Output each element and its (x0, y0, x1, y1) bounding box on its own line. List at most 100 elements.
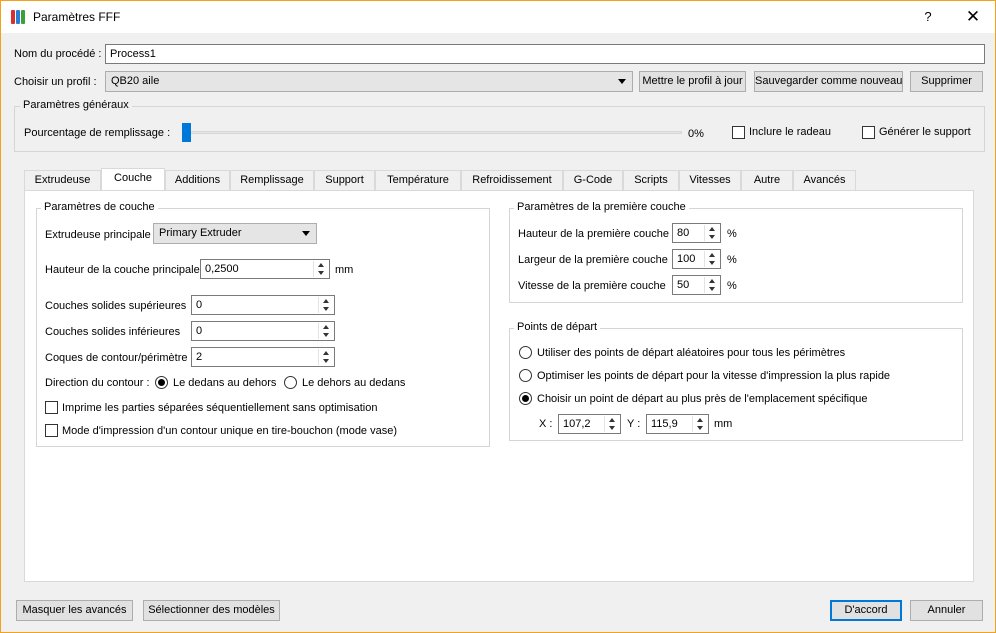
spin-up-icon[interactable] (320, 297, 333, 305)
title-bar[interactable]: Paramètres FFF ? ✕ (1, 1, 995, 33)
infill-slider-handle[interactable] (182, 123, 191, 142)
save-as-new-button[interactable]: Sauvegarder comme nouveau (754, 71, 903, 92)
top-solid-layers-label: Couches solides supérieures (45, 300, 187, 312)
select-models-button[interactable]: Sélectionner des modèles (143, 600, 280, 621)
optimize-start-radio[interactable] (519, 369, 532, 382)
cancel-button[interactable]: Annuler (910, 600, 983, 621)
y-coordinate-spinbox[interactable]: 115,9 (646, 414, 709, 434)
spin-down-icon[interactable] (694, 424, 707, 432)
specific-start-radio[interactable] (519, 392, 532, 405)
layer-settings-title: Paramètres de couche (41, 201, 158, 213)
window-title: Paramètres FFF (33, 10, 121, 24)
first-layer-width-spinbox[interactable]: 100 (672, 249, 721, 269)
infill-slider-track[interactable] (182, 131, 682, 134)
sequential-label: Imprime les parties séparées séquentiell… (62, 402, 378, 414)
spin-up-icon[interactable] (320, 349, 333, 357)
support-checkbox[interactable] (862, 126, 875, 139)
tab-scripts[interactable]: Scripts (623, 170, 679, 191)
y-coordinate-label: Y : (627, 418, 641, 430)
direction-inside-out-label: Le dedans au dehors (173, 377, 277, 389)
spin-down-icon[interactable] (320, 357, 333, 365)
tab-speeds[interactable]: Vitesses (679, 170, 741, 191)
chevron-down-icon (302, 231, 310, 236)
hide-advanced-button[interactable]: Masquer les avancés (16, 600, 133, 621)
first-layer-width-unit: % (727, 254, 737, 266)
random-start-radio[interactable] (519, 346, 532, 359)
tab-advanced[interactable]: Avancés (793, 170, 856, 191)
x-coordinate-label: X : (539, 418, 553, 430)
tab-layer[interactable]: Couche (101, 168, 165, 191)
direction-label: Direction du contour : (45, 377, 150, 389)
first-layer-speed-spinbox[interactable]: 50 (672, 275, 721, 295)
main-extruder-select[interactable]: Primary Extruder (153, 223, 317, 244)
first-layer-height-spinbox[interactable]: 80 (672, 223, 721, 243)
close-icon[interactable]: ✕ (961, 5, 985, 29)
coordinate-unit: mm (714, 418, 733, 430)
vase-mode-checkbox[interactable] (45, 424, 58, 437)
spin-down-icon[interactable] (706, 233, 719, 241)
first-layer-speed-label: Vitesse de la première couche (518, 280, 666, 292)
spin-down-icon[interactable] (320, 305, 333, 313)
support-label: Générer le support (879, 126, 971, 138)
settings-window: Paramètres FFF ? ✕ Nom du procédé : Proc… (0, 0, 996, 633)
top-solid-layers-spinbox[interactable]: 0 (191, 295, 335, 315)
delete-profile-button[interactable]: Supprimer (910, 71, 983, 92)
spin-up-icon[interactable] (606, 416, 619, 424)
tab-other[interactable]: Autre (741, 170, 793, 191)
first-layer-speed-value: 50 (677, 279, 690, 291)
layer-height-unit: mm (335, 264, 354, 276)
tab-extruder[interactable]: Extrudeuse (24, 170, 101, 191)
general-settings-title: Paramètres généraux (20, 99, 132, 111)
spin-up-icon[interactable] (706, 251, 719, 259)
layer-height-value: 0,2500 (205, 263, 239, 275)
spin-up-icon[interactable] (320, 323, 333, 331)
x-coordinate-value: 107,2 (563, 418, 591, 430)
raft-label: Inclure le radeau (749, 126, 831, 138)
perimeter-shells-spinbox[interactable]: 2 (191, 347, 335, 367)
spin-up-icon[interactable] (694, 416, 707, 424)
direction-outside-in-radio[interactable] (284, 376, 297, 389)
ok-button[interactable]: D'accord (830, 600, 902, 621)
direction-outside-in-label: Le dehors au dedans (302, 377, 406, 389)
first-layer-height-label: Hauteur de la première couche (518, 228, 670, 240)
help-button[interactable]: ? (916, 5, 940, 29)
profile-select[interactable]: QB20 aile (105, 71, 633, 92)
sequential-checkbox[interactable] (45, 401, 58, 414)
direction-inside-out-radio[interactable] (155, 376, 168, 389)
spin-down-icon[interactable] (315, 269, 328, 277)
raft-checkbox[interactable] (732, 126, 745, 139)
tab-cooling[interactable]: Refroidissement (461, 170, 563, 191)
tab-additions[interactable]: Additions (165, 170, 230, 191)
profile-label: Choisir un profil : (14, 76, 97, 88)
tab-support[interactable]: Support (314, 170, 375, 191)
spin-down-icon[interactable] (320, 331, 333, 339)
spin-down-icon[interactable] (606, 424, 619, 432)
x-coordinate-spinbox[interactable]: 107,2 (558, 414, 621, 434)
tab-infill[interactable]: Remplissage (230, 170, 314, 191)
infill-value: 0% (688, 128, 704, 140)
bottom-solid-layers-spinbox[interactable]: 0 (191, 321, 335, 341)
optimize-start-label: Optimiser les points de départ pour la v… (537, 370, 891, 382)
first-layer-width-value: 100 (677, 253, 696, 265)
profile-select-value: QB20 aile (111, 75, 160, 87)
spin-down-icon[interactable] (706, 259, 719, 267)
spin-up-icon[interactable] (706, 225, 719, 233)
process-name-label: Nom du procédé : (14, 48, 102, 60)
specific-start-label: Choisir un point de départ au plus près … (537, 393, 868, 405)
y-coordinate-value: 115,9 (651, 418, 678, 430)
layer-height-spinbox[interactable]: 0,2500 (200, 259, 330, 279)
spin-up-icon[interactable] (706, 277, 719, 285)
update-profile-button[interactable]: Mettre le profil à jour (639, 71, 746, 92)
first-layer-width-label: Largeur de la première couche (518, 254, 668, 266)
infill-label: Pourcentage de remplissage : (24, 127, 171, 139)
random-start-label: Utiliser des points de départ aléatoires… (537, 347, 846, 359)
first-layer-height-value: 80 (677, 227, 690, 239)
bottom-solid-layers-value: 0 (196, 325, 203, 337)
spin-down-icon[interactable] (706, 285, 719, 293)
process-name-input[interactable]: Process1 (105, 44, 985, 64)
first-layer-speed-unit: % (727, 280, 737, 292)
spin-up-icon[interactable] (315, 261, 328, 269)
tab-temperature[interactable]: Température (375, 170, 461, 191)
tab-gcode[interactable]: G-Code (563, 170, 623, 191)
first-layer-height-unit: % (727, 228, 737, 240)
